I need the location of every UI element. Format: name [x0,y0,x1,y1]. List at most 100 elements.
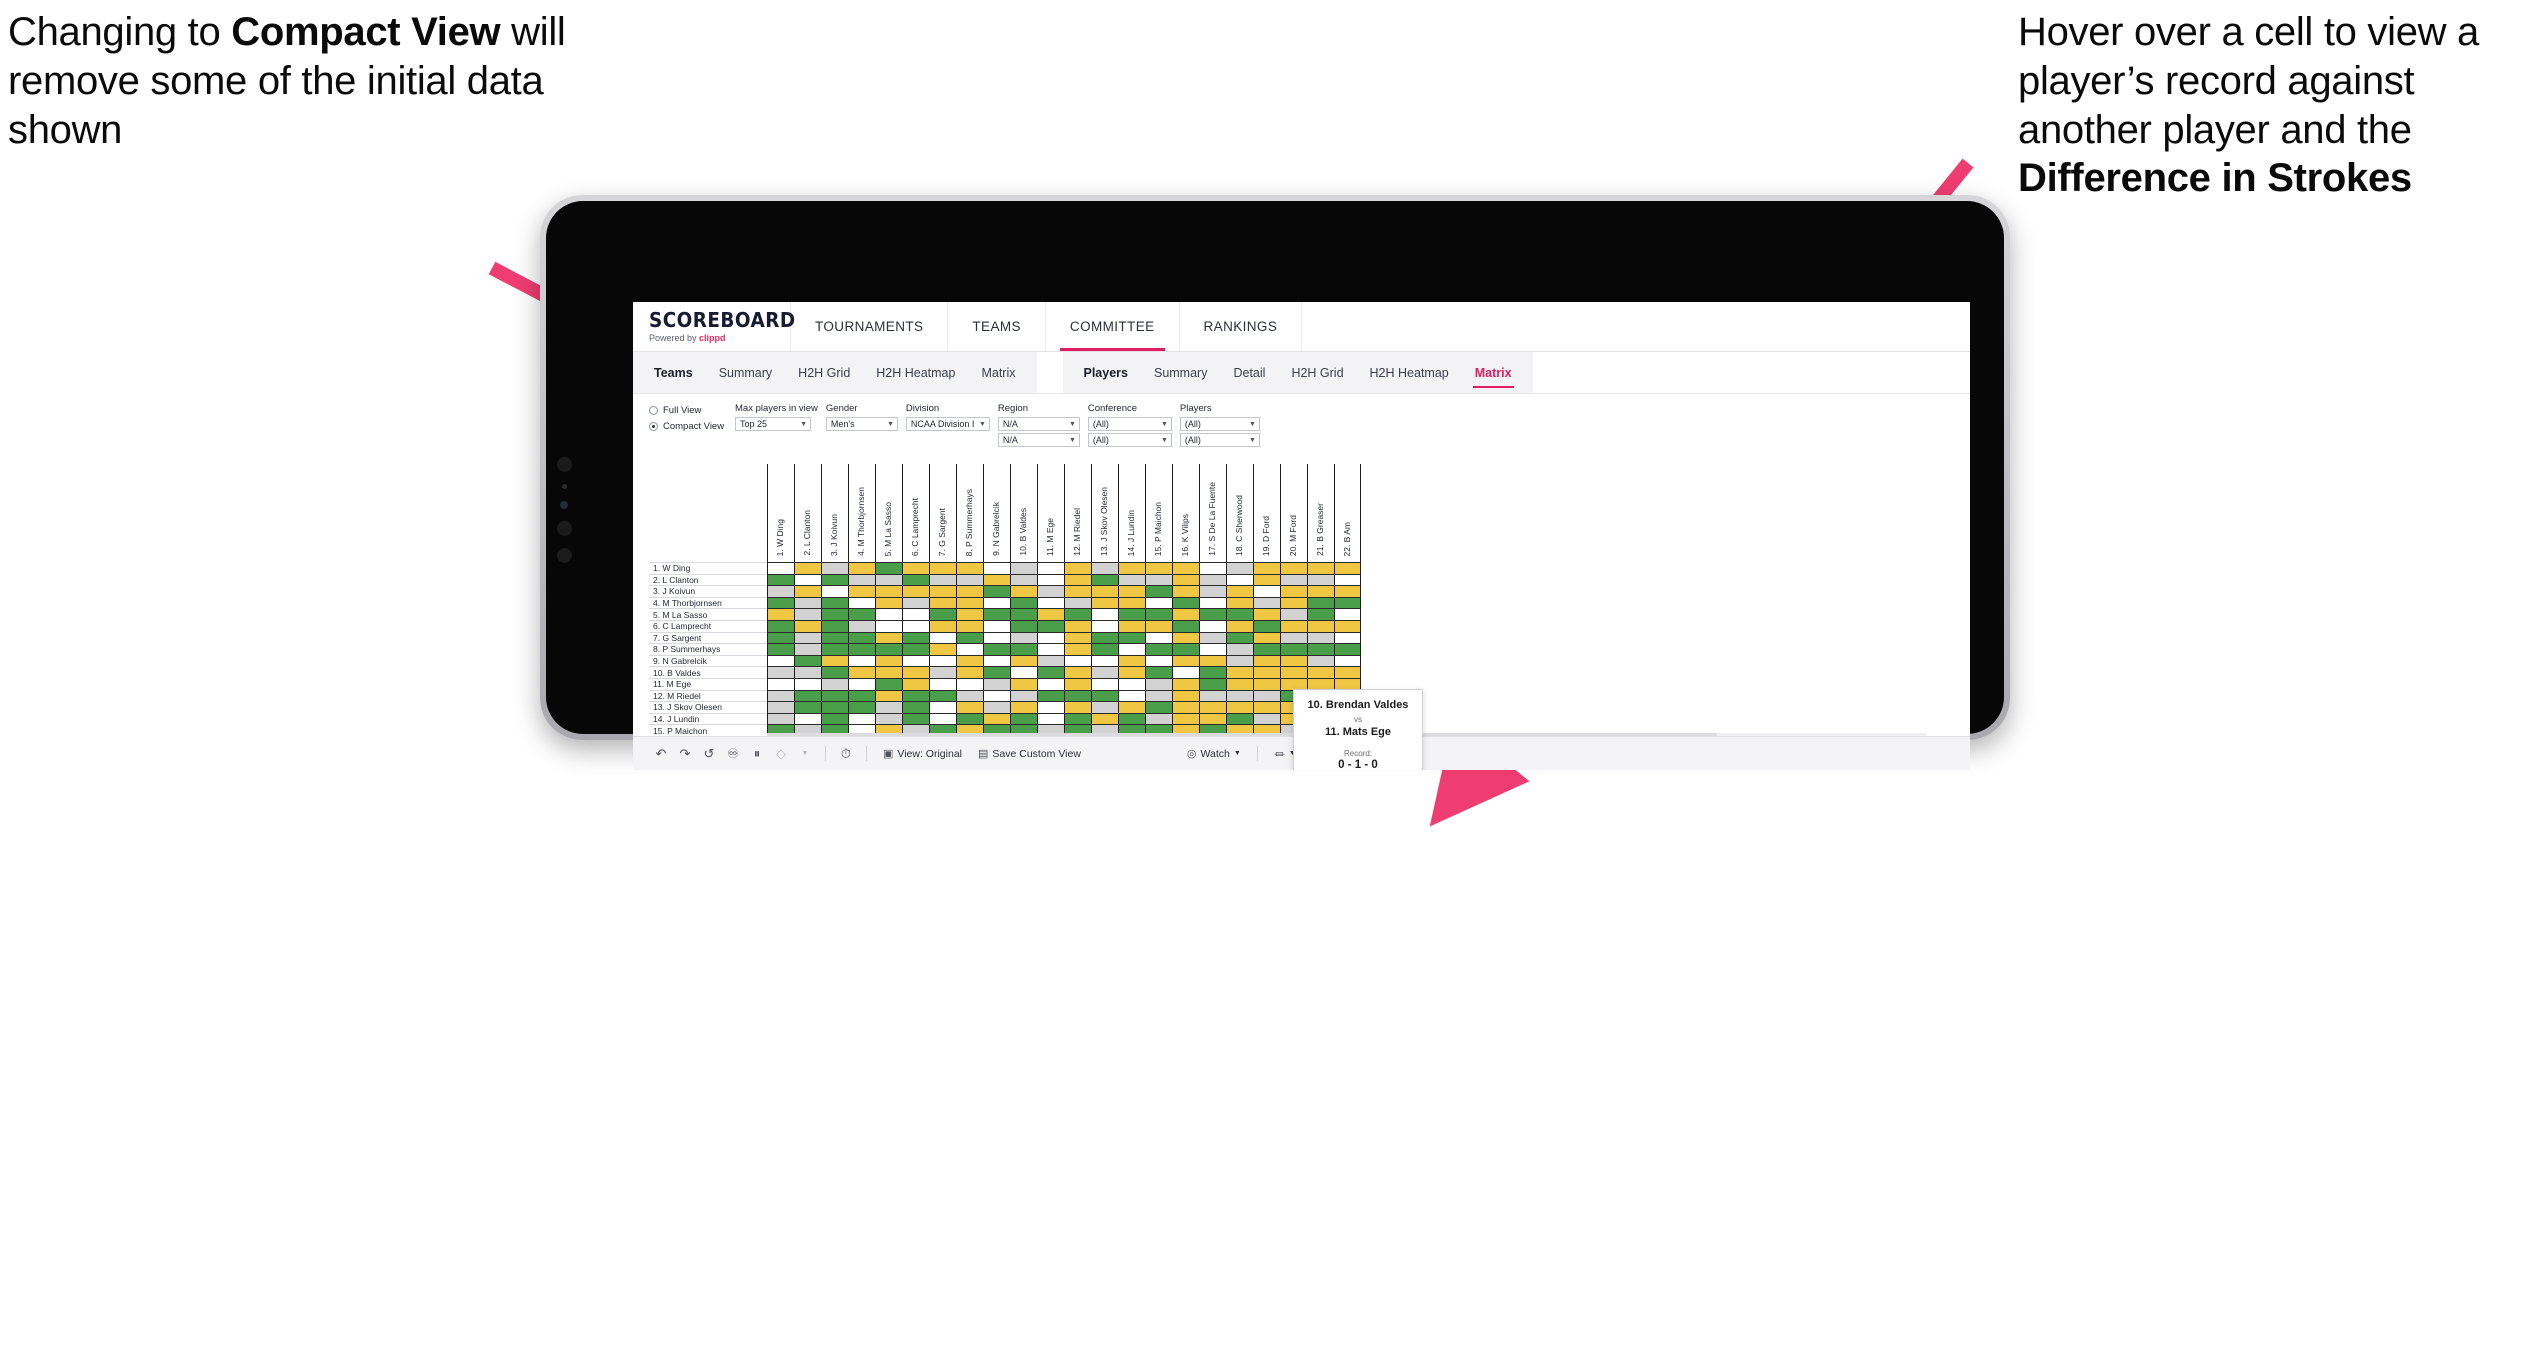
matrix-cell[interactable] [875,701,902,713]
matrix-cell[interactable] [794,596,821,609]
matrix-cell[interactable] [1334,608,1361,620]
matrix-cell[interactable] [794,701,821,713]
matrix-cell[interactable] [848,608,875,620]
brand-logo[interactable]: SCOREBOARD Powered by clippd [633,302,795,351]
matrix-cell[interactable] [1307,666,1334,678]
matrix-cell[interactable] [794,585,821,597]
matrix-cell[interactable] [1064,631,1091,644]
filter-gender-select[interactable]: Men's ▼ [825,417,898,431]
matrix-cell[interactable] [1064,654,1091,667]
matrix-cell[interactable] [1334,585,1361,597]
matrix-cell[interactable] [1199,562,1226,574]
matrix-cell[interactable] [1253,585,1280,597]
matrix-cell[interactable] [1226,573,1253,586]
matrix-cell[interactable] [1334,573,1361,586]
matrix-cell[interactable] [1253,654,1280,667]
matrix-cell[interactable] [1010,666,1037,678]
matrix-cell[interactable] [1226,666,1253,678]
matrix-cell[interactable] [983,643,1010,655]
matrix-cell[interactable] [1334,631,1361,644]
matrix-cell[interactable] [956,619,983,632]
matrix-cell[interactable] [983,666,1010,678]
matrix-cell[interactable] [1226,677,1253,690]
matrix-cell[interactable] [956,608,983,620]
matrix-cell[interactable] [1172,712,1199,725]
matrix-cell[interactable] [929,689,956,702]
matrix-cell[interactable] [1064,596,1091,609]
matrix-cell[interactable] [875,619,902,632]
matrix-cell[interactable] [1091,573,1118,586]
matrix-cell[interactable] [902,585,929,597]
matrix-cell[interactable] [821,631,848,644]
matrix-cell[interactable] [1118,701,1145,713]
matrix-cell[interactable] [1280,596,1307,609]
matrix-cell[interactable] [1280,631,1307,644]
matrix-cell[interactable] [1118,619,1145,632]
matrix-cell[interactable] [1307,562,1334,574]
matrix-cell[interactable] [767,619,794,632]
matrix-cell[interactable] [1037,677,1064,690]
matrix-cell[interactable] [767,585,794,597]
matrix-cell[interactable] [1064,701,1091,713]
matrix-cell[interactable] [794,631,821,644]
matrix-cell[interactable] [1253,608,1280,620]
matrix-cell[interactable] [1253,689,1280,702]
matrix-cell[interactable] [1334,666,1361,678]
filter-region-select[interactable]: N/A ▼ [997,417,1080,431]
radio-full-view[interactable]: Full View [649,405,735,416]
matrix-cell[interactable] [983,562,1010,574]
matrix-cell[interactable] [902,608,929,620]
matrix-cell[interactable] [1226,631,1253,644]
matrix-cell[interactable] [1010,701,1037,713]
matrix-cell[interactable] [1226,585,1253,597]
matrix-cell[interactable] [875,689,902,702]
matrix-cell[interactable] [875,712,902,725]
matrix-cell[interactable] [1037,689,1064,702]
matrix-cell[interactable] [929,654,956,667]
matrix-cell[interactable] [1037,573,1064,586]
matrix-cell[interactable] [1091,712,1118,725]
matrix-cell[interactable] [929,585,956,597]
chevron-down-icon[interactable]: ▼ [793,742,817,766]
matrix-cell[interactable] [821,608,848,620]
matrix-cell[interactable] [1307,608,1334,620]
matrix-cell[interactable] [1010,643,1037,655]
matrix-cell[interactable] [1226,596,1253,609]
matrix-cell[interactable] [983,689,1010,702]
nav-item-teams[interactable]: TEAMS [948,302,1046,351]
matrix-cell[interactable] [767,677,794,690]
matrix-cell[interactable] [902,596,929,609]
matrix-cell[interactable] [956,585,983,597]
filter-conference-select[interactable]: (All) ▼ [1087,417,1172,431]
matrix-cell[interactable] [1199,596,1226,609]
matrix-cell[interactable] [1145,608,1172,620]
matrix-cell[interactable] [1118,573,1145,586]
matrix-cell[interactable] [1199,654,1226,667]
view-original-button[interactable]: ▣ View: Original [875,747,970,761]
filter-players-select-secondary[interactable]: (All) ▼ [1179,433,1260,447]
matrix-cell[interactable] [1199,643,1226,655]
matrix-cell[interactable] [1172,585,1199,597]
matrix-cell[interactable] [1118,712,1145,725]
matrix-cell[interactable] [1334,619,1361,632]
matrix-cell[interactable] [1091,585,1118,597]
matrix-cell[interactable] [1172,643,1199,655]
matrix-cell[interactable] [1253,631,1280,644]
matrix-cell[interactable] [875,596,902,609]
matrix-cell[interactable] [1145,677,1172,690]
matrix-cell[interactable] [1091,619,1118,632]
matrix-cell[interactable] [848,689,875,702]
matrix-cell[interactable] [1118,666,1145,678]
matrix-cell[interactable] [767,643,794,655]
matrix-cell[interactable] [1253,712,1280,725]
refresh-icon[interactable]: ♾ [721,742,745,766]
matrix-cell[interactable] [794,666,821,678]
matrix-cell[interactable] [929,677,956,690]
undo-icon[interactable]: ↶ [649,742,673,766]
matrix-cell[interactable] [956,631,983,644]
matrix-cell[interactable] [1010,677,1037,690]
matrix-cell[interactable] [767,712,794,725]
matrix-cell[interactable] [1118,608,1145,620]
matrix-cell[interactable] [1145,562,1172,574]
matrix-cell[interactable] [1172,562,1199,574]
